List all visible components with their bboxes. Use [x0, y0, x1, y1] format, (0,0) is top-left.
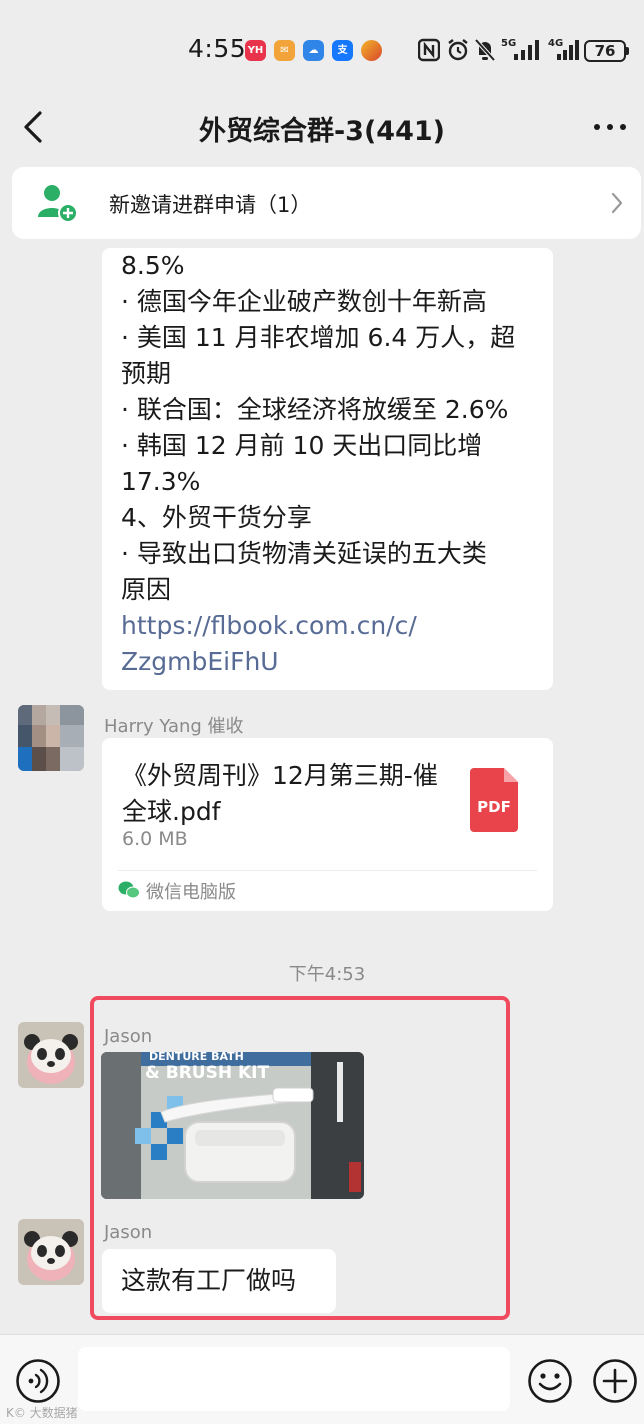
- chat-title: 外贸综合群-3(441): [198, 116, 446, 147]
- product-photo-message[interactable]: DENTURE BATH & BRUSH KIT: [101, 1052, 364, 1199]
- battery-indicator: 76: [584, 40, 629, 62]
- signal-4g-icon: [557, 40, 579, 60]
- panda-avatar-image: [18, 1022, 84, 1088]
- photo-text-line1: DENTURE BATH: [149, 1052, 244, 1063]
- news-message-bubble[interactable]: 8.5% · 德国今年企业破产数创十年新高 · 美国 11 月非农增加 6.4 …: [102, 248, 553, 690]
- mail-app-icon: ✉: [274, 40, 295, 61]
- text-message-bubble[interactable]: 这款有工厂做吗: [102, 1249, 336, 1313]
- avatar-harry-yang[interactable]: [18, 705, 84, 771]
- voice-input-icon[interactable]: [15, 1358, 61, 1404]
- denture-brush-kit-photo: DENTURE BATH & BRUSH KIT: [101, 1052, 364, 1199]
- news-line: · 德国今年企业破产数创十年新高: [121, 287, 487, 316]
- more-options-icon[interactable]: [590, 124, 630, 134]
- news-line: 4、外贸干货分享: [121, 503, 312, 532]
- message-timestamp: 下午4:53: [288, 964, 366, 985]
- game-app-icon: [361, 40, 382, 61]
- file-size: 6.0 MB: [122, 828, 188, 850]
- add-member-icon: [38, 185, 78, 223]
- sender-name: Harry Yang 催收: [104, 716, 244, 737]
- message-input[interactable]: [78, 1347, 510, 1411]
- divider: [118, 870, 537, 871]
- invite-banner-text: 新邀请进群申请（1）: [109, 193, 312, 217]
- pixelated-avatar-image: [18, 705, 84, 771]
- group-invite-banner[interactable]: 新邀请进群申请（1）: [12, 167, 641, 239]
- news-line: · 美国 11 月非农增加 6.4 万人，超: [121, 323, 516, 352]
- news-line: 17.3%: [121, 467, 201, 496]
- news-line: 预期: [121, 359, 172, 388]
- news-line: 8.5%: [121, 251, 185, 280]
- nfc-icon: [418, 38, 440, 62]
- news-link[interactable]: https://flbook.com.cn/c/: [121, 608, 553, 644]
- pdf-file-label: PDF: [477, 798, 511, 816]
- emoji-icon[interactable]: [527, 1358, 573, 1404]
- chat-input-bar: [0, 1334, 644, 1424]
- news-line: 原因: [121, 575, 172, 604]
- signal-5g-icon: [514, 40, 539, 60]
- news-line: · 韩国 12 月前 10 天出口同比增: [121, 431, 483, 460]
- file-title: 《外贸周刊》12月第三期-催全球.pdf: [122, 761, 438, 826]
- news-line: · 导致出口货物清关延误的五大类: [121, 539, 487, 568]
- avatar-jason[interactable]: [18, 1022, 84, 1088]
- watermark: K© 大数据猪: [6, 1406, 78, 1420]
- alipay-app-icon: 支: [332, 40, 353, 61]
- status-bar: 4:55 YH ✉ ☁ 支 5G 4G 76: [0, 0, 644, 100]
- news-line: · 联合国：全球经济将放缓至 2.6%: [121, 395, 509, 424]
- cloud-app-icon: ☁: [303, 40, 324, 61]
- wechat-logo-icon: [118, 881, 140, 899]
- yh-app-icon: YH: [245, 40, 266, 61]
- alarm-icon: [448, 39, 468, 61]
- avatar-jason[interactable]: [18, 1219, 84, 1285]
- panda-avatar-image: [18, 1219, 84, 1285]
- news-link[interactable]: ZzgmbEiFhU: [121, 644, 553, 680]
- sender-name: Jason: [104, 1026, 153, 1047]
- mute-bell-icon: [474, 38, 496, 62]
- status-time: 4:55: [188, 34, 247, 63]
- file-message-bubble[interactable]: 《外贸周刊》12月第三期-催全球.pdf 6.0 MB PDF 微信电脑版: [102, 738, 553, 911]
- chevron-right-icon: [611, 192, 623, 214]
- file-source: 微信电脑版: [146, 882, 236, 903]
- sender-name: Jason: [104, 1222, 153, 1243]
- photo-text-line2: & BRUSH KIT: [145, 1063, 269, 1083]
- plus-icon[interactable]: [592, 1358, 638, 1404]
